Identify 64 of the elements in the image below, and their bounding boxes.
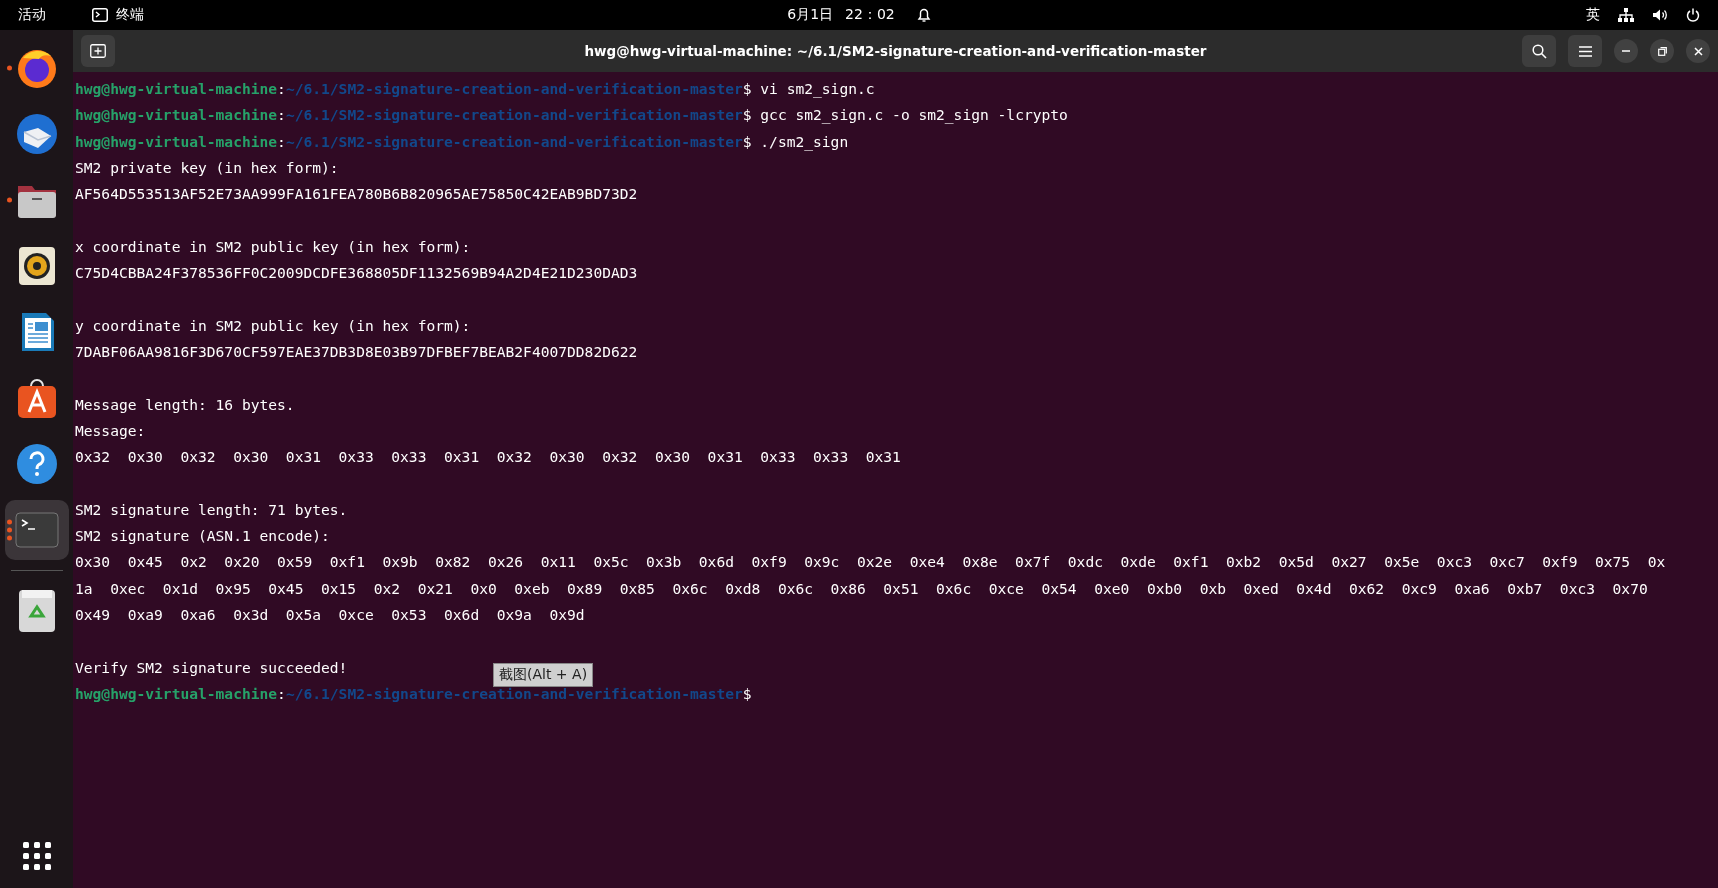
command-text: vi sm2_sign.c xyxy=(760,79,875,100)
output-line: 1a 0xec 0x1d 0x95 0x45 0x15 0x2 0x21 0x0 0xeb 0x89 0x85 0x6c 0xd8 0x6c 0x86 0x51 0x6c 0xce 0x54 0xe0 0xb0 0xb 0xed 0x4d 0x62 0xc9 0xa6 0xb7 0xc3 0x70 xyxy=(75,578,1648,599)
menu-icon xyxy=(1578,45,1592,57)
maximize-button[interactable] xyxy=(1650,39,1674,63)
app-grid-button[interactable] xyxy=(22,842,51,870)
volume-icon[interactable] xyxy=(1652,8,1668,22)
date-text[interactable]: 6月1日 xyxy=(787,6,834,24)
terminal-icon xyxy=(92,8,108,22)
command-text: ./sm2_sign xyxy=(760,131,849,153)
output-line: SM2 signature (ASN.1 encode): xyxy=(75,526,330,547)
trash-can-icon xyxy=(16,588,57,634)
prompt-user: hwg@hwg-virtual-machine xyxy=(75,105,278,126)
output-line: 7DABF06AA9816F3D670CF597EAE37DB3D8E03B97DFBEF7BEAB2F4007DD82D622 xyxy=(75,341,638,362)
prompt-user: hwg@hwg-virtual-machine xyxy=(75,79,278,99)
power-icon[interactable] xyxy=(1686,8,1700,22)
search-icon xyxy=(1531,43,1547,59)
close-icon xyxy=(1693,46,1703,56)
output-line: 0x49 0xa9 0xa6 0x3d 0x5a 0xce 0x53 0x6d 0x9a 0x9d xyxy=(75,604,585,625)
prompt-separator: : xyxy=(277,105,286,126)
minimize-icon xyxy=(1622,50,1630,52)
output-line: x coordinate in SM2 public key (in hex form): xyxy=(75,236,471,257)
command-text: gcc sm2_sign.c -o sm2_sign -lcrypto xyxy=(760,105,1068,126)
bell-icon xyxy=(916,7,931,23)
network-icon[interactable] xyxy=(1618,8,1634,22)
running-indicator xyxy=(6,197,12,203)
output-line: Message length: 16 bytes. xyxy=(75,394,295,415)
prompt-path: ~/6.1/SM2-signature-creation-and-verification-master xyxy=(285,105,743,126)
prompt-sign: $ xyxy=(742,105,752,126)
restore-icon xyxy=(1657,46,1667,56)
terminal-launcher[interactable] xyxy=(4,500,69,560)
app-menu[interactable]: 终端 xyxy=(116,6,144,24)
prompt-user: hwg@hwg-virtual-machine xyxy=(75,683,278,704)
new-tab-button[interactable] xyxy=(81,35,115,67)
output-line: AF564D553513AF52E73AA999FA161FEA780B6B820965AE75850C42EAB9BD73D2 xyxy=(75,184,638,205)
running-indicator xyxy=(6,65,12,71)
output-line: y coordinate in SM2 public key (in hex form): xyxy=(75,315,471,336)
tooltip: 截图(Alt + A) xyxy=(493,663,594,687)
prompt-path: ~/6.1/SM2-signature-creation-and-verification-master xyxy=(285,131,743,152)
prompt-separator: : xyxy=(277,79,286,99)
plus-icon xyxy=(90,44,106,58)
prompt-sign: $ xyxy=(742,79,752,99)
output-line: 0x32 0x30 0x32 0x30 0x31 0x33 0x33 0x31 0x32 0x30 0x32 0x30 0x31 0x33 0x33 0x31 xyxy=(75,447,901,468)
minimize-button[interactable] xyxy=(1614,39,1638,63)
output-line: SM2 private key (in hex form): xyxy=(75,157,339,178)
close-button[interactable] xyxy=(1686,39,1710,63)
prompt-user: hwg@hwg-virtual-machine xyxy=(75,131,278,152)
output-line: Message: xyxy=(75,420,146,441)
help-icon xyxy=(14,442,59,486)
output-line: 0x30 0x45 0x2 0x20 0x59 0xf1 0x9b 0x82 0x26 0x11 0x5c 0x3b 0x6d 0xf9 0x9c 0x2e 0xe4 0x8e 0x7f 0xdc 0xde 0xf1 0xb2 0x5d 0x27 0x5e 0xc3 0xc7 0xf9 0x75 0x xyxy=(75,552,1666,573)
prompt-sign: $ xyxy=(742,131,752,152)
clock-text[interactable]: 22：02 xyxy=(845,6,895,24)
activities-button[interactable]: 活动 xyxy=(18,6,46,24)
window-title: hwg@hwg-virtual-machine: ~/6.1/SM2-signature-creation-and-verification-master xyxy=(584,43,1207,59)
output-line: SM2 signature length: 71 bytes. xyxy=(75,499,348,520)
search-button[interactable] xyxy=(1522,35,1556,67)
terminal-icon xyxy=(14,512,59,548)
prompt-separator: : xyxy=(277,683,286,704)
input-method-indicator[interactable]: 英 xyxy=(1586,6,1600,24)
prompt-path: ~/6.1/SM2-signature-creation-and-verification-master xyxy=(285,79,743,99)
prompt-sign: $ xyxy=(742,683,752,704)
prompt-separator: : xyxy=(277,131,286,152)
output-line: Verify SM2 signature succeeded! xyxy=(75,657,348,678)
menu-button[interactable] xyxy=(1568,35,1602,67)
output-line: C75D4CBBA24F378536FF0C2009DCDFE368805DF1132569B94A2D4E21D230DAD3 xyxy=(75,263,638,284)
